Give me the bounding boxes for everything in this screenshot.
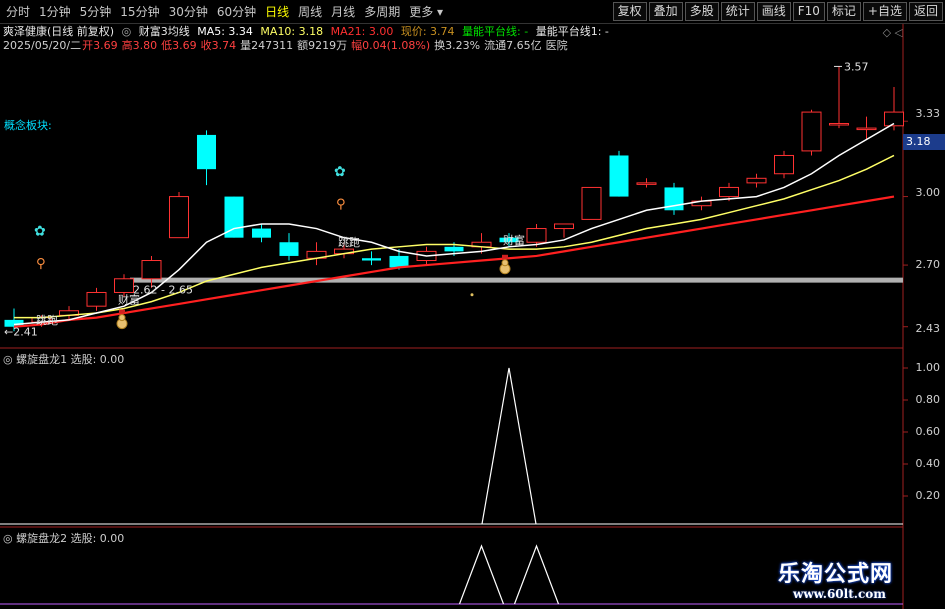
candle-body-29	[801, 111, 822, 152]
panel2-title[interactable]: 螺旋盘龙2	[16, 532, 67, 545]
signal-jump-label-2: 跳跑	[338, 235, 360, 249]
low-price-label: ←2.41	[4, 325, 38, 338]
signal-wealth-label-1: 财富	[118, 292, 140, 306]
panel1-axis-0-80: 0.80	[915, 393, 941, 406]
candle-body-26	[719, 186, 739, 198]
candle-body-5	[141, 260, 162, 280]
panel1-title[interactable]: 螺旋盘龙1	[16, 353, 67, 366]
signal-wealth-label-2: 财富	[503, 233, 525, 247]
candle-body-16	[444, 246, 464, 252]
candle-body-23	[636, 182, 657, 185]
axis-label-2-70: 2.70	[915, 258, 941, 271]
candle-body-22	[609, 155, 629, 197]
panel2-toggle-icon[interactable]: ◎	[3, 532, 13, 545]
panel2-header: ◎ 螺旋盘龙2 选股: 0.00	[3, 530, 124, 546]
axis-label-3-33: 3.33	[915, 107, 941, 120]
candle-body-28	[774, 154, 794, 175]
candle-body-30	[829, 123, 849, 126]
panel1-axis-0-40: 0.40	[915, 457, 941, 470]
panel2-signal-peak-1	[513, 544, 560, 605]
axis-label-3-00: 3.00	[915, 186, 941, 199]
axis-label-2-43: 2.43	[915, 322, 941, 335]
candle-body-31	[856, 127, 877, 131]
current-ma-tag: 3.18	[903, 134, 945, 150]
panel1-axis-1-00: 1.00	[915, 361, 941, 374]
candle-body-27	[746, 177, 767, 184]
candle-body-3	[86, 291, 107, 307]
panel1-header: ◎ 螺旋盘龙1 选股: 0.00	[3, 351, 124, 367]
support-band	[130, 277, 903, 283]
dot-marker	[470, 293, 474, 297]
panel1-signal-peak	[481, 367, 537, 525]
watermark-logo-text: 乐淘公式网	[778, 562, 894, 587]
gourd-icon-1-top	[118, 314, 126, 322]
runner-icon-2: ⚲	[336, 197, 346, 212]
butterfly-icon-1: ✿	[34, 223, 46, 239]
gourd-icon-1-tip	[119, 309, 125, 314]
panel1-axis-0-20: 0.20	[915, 489, 941, 502]
gourd-icon-2-tip	[502, 254, 508, 259]
candle-body-19	[526, 228, 547, 243]
candle-body-14	[389, 255, 409, 268]
panel1-select: 选股: 0.00	[70, 353, 125, 366]
signal-jump-label-1: 跳跑	[36, 313, 58, 327]
butterfly-icon-2: ✿	[334, 164, 346, 180]
panel2-signal-peak-0	[458, 544, 505, 605]
candle-body-21	[581, 186, 602, 220]
candle-body-13	[362, 258, 381, 261]
candle-body-10	[279, 242, 299, 256]
kline-chart[interactable]: 3.57←2.412.62 - 2.65财富跳跑跳跑 财富✿⚲✿⚲	[0, 0, 945, 609]
panel2-select: 选股: 0.00	[70, 532, 125, 545]
candle-body-4	[114, 278, 134, 293]
candle-body-9	[252, 228, 271, 238]
candle-body-7	[197, 134, 216, 170]
candle-body-20	[554, 223, 574, 230]
gourd-icon-2-top	[501, 259, 509, 267]
panel1-toggle-icon[interactable]: ◎	[3, 353, 13, 366]
candle-body-6	[169, 196, 189, 239]
watermark-url: www.60lt.com	[793, 587, 886, 601]
panel1-axis-0-60: 0.60	[915, 425, 941, 438]
high-price-label: 3.57	[844, 60, 869, 73]
support-range-label: 2.62 - 2.65	[133, 284, 193, 297]
runner-icon-1: ⚲	[36, 256, 46, 271]
